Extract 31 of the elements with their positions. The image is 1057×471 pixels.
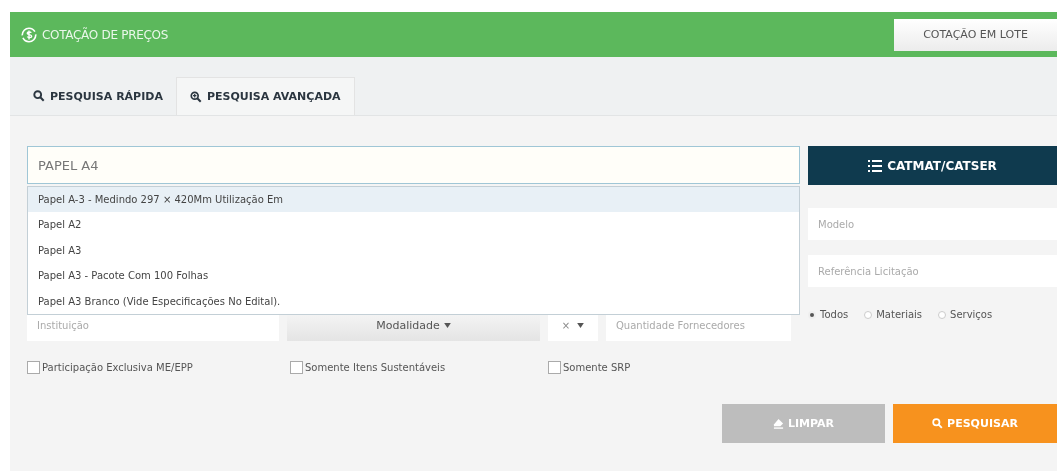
search-icon [932, 418, 944, 429]
caret-icon [443, 322, 451, 328]
radio-option[interactable]: Serviços [938, 309, 993, 320]
search-icon [33, 90, 45, 102]
zoom-in-icon [189, 90, 202, 103]
tab[interactable]: PESQUISA RÁPIDA [20, 77, 176, 115]
page-title: COTAÇÃO DE PREÇOS [42, 27, 168, 42]
checkbox-option[interactable]: Somente Itens Sustentáveis [290, 361, 548, 374]
dollar-cycle-icon [20, 25, 38, 44]
catmat-button[interactable]: CATMAT/CATSER [808, 146, 1057, 185]
checkbox[interactable] [27, 361, 40, 374]
radio-option[interactable]: Materiais [864, 309, 923, 320]
list-icon [868, 159, 883, 172]
radio-button[interactable] [864, 310, 873, 319]
checkbox[interactable] [290, 361, 303, 374]
batch-quote-button[interactable]: COTAÇÃO EM LOTE [894, 18, 1057, 51]
suggestion-item[interactable]: Papel A3 [28, 237, 799, 264]
suggestion-item[interactable]: Papel A3 - Pacote Com 100 Folhas [28, 263, 799, 289]
checkbox-option[interactable]: Somente SRP [548, 361, 631, 374]
model-field[interactable]: Modelo [808, 208, 1057, 240]
reference-field[interactable]: Referência Licitação [808, 255, 1057, 287]
checkbox[interactable] [548, 361, 561, 374]
suggestion-item[interactable]: Papel A2 [28, 212, 799, 238]
eraser-icon [772, 418, 784, 429]
tab[interactable]: PESQUISA AVANÇADA [175, 77, 355, 115]
suggestion-item[interactable]: Papel A-3 - Medindo 297 × 420Mm Utilização Em [28, 187, 799, 213]
radio-button[interactable] [938, 310, 947, 319]
checkbox-option[interactable]: Participação Exclusiva ME/EPP [27, 361, 290, 374]
search-field[interactable]: PAPEL A4 [27, 146, 800, 184]
caret-icon [577, 322, 585, 328]
radio-option[interactable]: Todos [808, 309, 849, 320]
